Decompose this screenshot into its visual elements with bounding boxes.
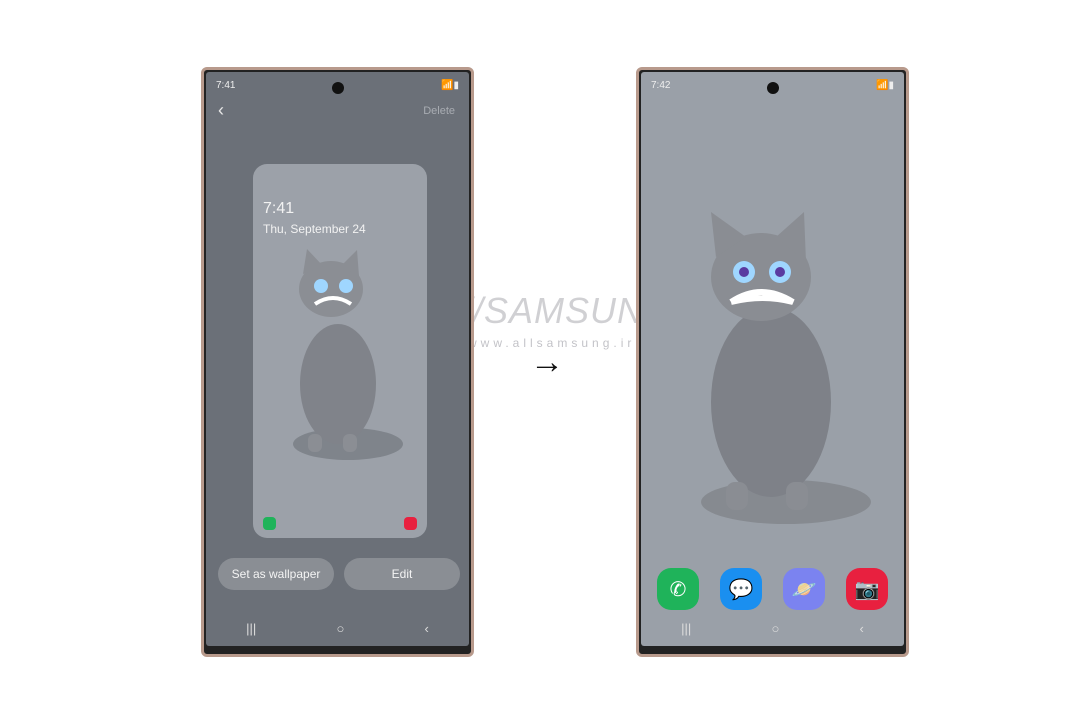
chat-icon[interactable]: 💬 xyxy=(720,568,762,610)
wallpaper-preview: 7:41 Thu, September 24 xyxy=(253,164,427,538)
nav-back-button[interactable]: ‹ xyxy=(860,621,864,636)
status-icons: 📶▮ xyxy=(876,80,894,91)
nav-back-button[interactable]: ‹ xyxy=(425,621,429,636)
camera-hole xyxy=(766,82,779,94)
phone-right: 7:42 📶▮ ✆ 💬 🪐 📷 ||| ○ ‹ xyxy=(636,67,909,657)
lock-time: 7:41 xyxy=(263,200,295,217)
set-as-wallpaper-button[interactable]: Set as wallpaper xyxy=(218,558,334,590)
app-dock: ✆ 💬 🪐 📷 xyxy=(657,568,888,610)
back-button[interactable]: ‹ xyxy=(218,100,224,121)
status-icons: 📶▮ xyxy=(441,80,459,91)
status-time: 7:42 xyxy=(651,80,671,91)
lock-date: Thu, September 24 xyxy=(263,222,366,236)
arrow-icon: → xyxy=(530,343,564,381)
delete-button[interactable]: Delete xyxy=(423,105,455,117)
planet-icon[interactable]: 🪐 xyxy=(783,568,825,610)
camera-hole xyxy=(331,82,344,94)
home-button[interactable]: ○ xyxy=(771,621,779,636)
camera-icon[interactable]: 📷 xyxy=(846,568,888,610)
cat-image xyxy=(293,249,403,460)
home-button[interactable]: ○ xyxy=(336,621,344,636)
phone-icon[interactable]: ✆ xyxy=(657,568,699,610)
phone-icon xyxy=(263,517,276,530)
cat-image xyxy=(701,212,871,524)
recents-button[interactable]: ||| xyxy=(681,621,691,636)
edit-button[interactable]: Edit xyxy=(344,558,460,590)
recents-button[interactable]: ||| xyxy=(246,621,256,636)
status-time: 7:41 xyxy=(216,80,236,91)
phone-left: 7:41 📶▮ ‹ Delete 7:41 Thu, September 24 S… xyxy=(201,67,474,657)
camera-icon xyxy=(404,517,417,530)
